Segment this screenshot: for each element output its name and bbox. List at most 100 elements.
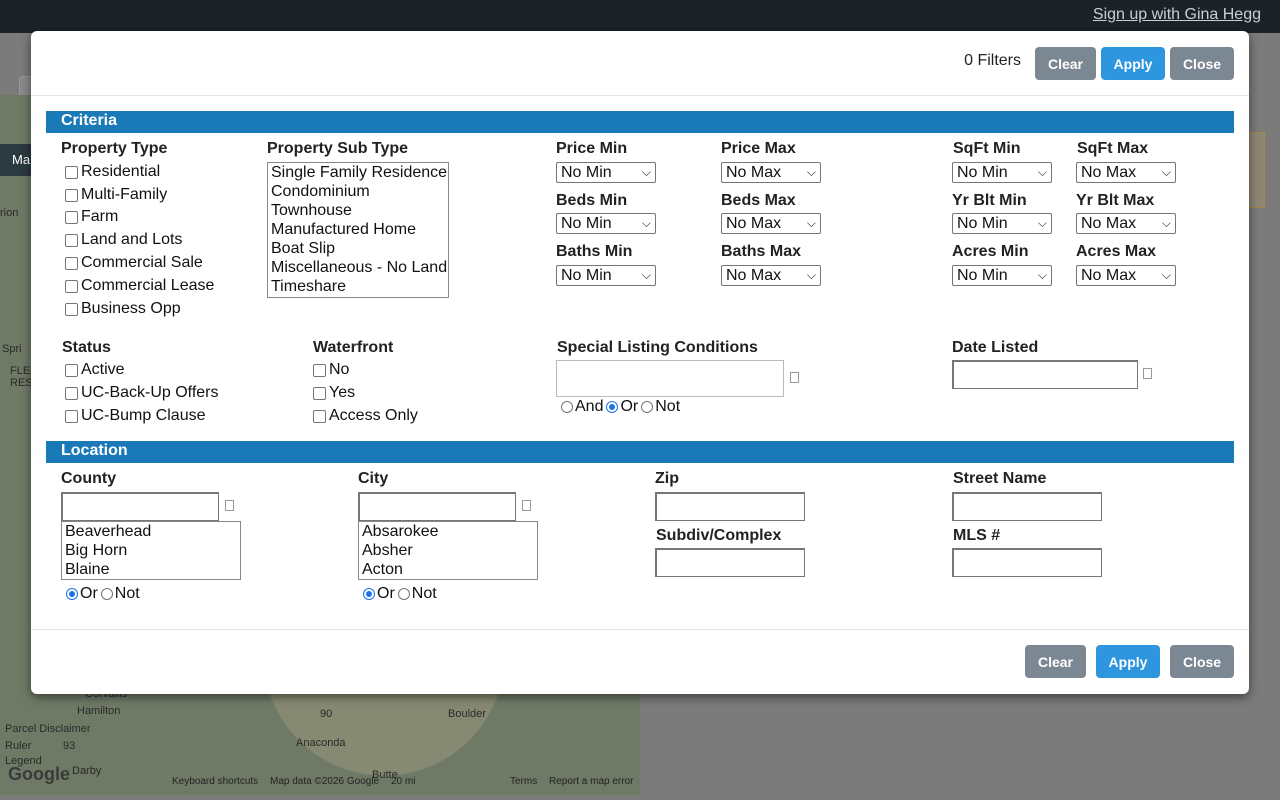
map-label: Boulder (448, 708, 486, 720)
list-item[interactable]: Big Horn (62, 541, 240, 560)
clear-field-icon[interactable] (225, 500, 234, 511)
list-item[interactable]: Condominium (268, 182, 448, 201)
property-type-commercial-sale[interactable]: Commercial Sale (65, 254, 203, 272)
footer-clear-button[interactable]: Clear (1025, 645, 1086, 678)
list-item[interactable]: Townhouse (268, 201, 448, 220)
clear-field-icon[interactable] (790, 372, 799, 383)
special-listing-input[interactable] (556, 360, 784, 397)
property-type-business-opp[interactable]: Business Opp (65, 300, 181, 318)
signup-link[interactable]: Sign up with Gina Hegg (1093, 6, 1261, 24)
property-type-residential[interactable]: Residential (65, 163, 160, 181)
property-type-farm[interactable]: Farm (65, 208, 118, 226)
checkbox[interactable] (313, 386, 326, 400)
close-button[interactable]: Close (1170, 47, 1234, 80)
list-item[interactable]: Absarokee (359, 522, 537, 541)
list-item[interactable]: Timeshare (268, 277, 448, 296)
report-map-error-link[interactable]: Report a map error (549, 776, 633, 787)
list-item[interactable]: Manufactured Home (268, 220, 448, 239)
checkbox[interactable] (313, 363, 326, 377)
baths-max-select[interactable]: No Max ⌵ (721, 265, 821, 286)
status-uc-bump-clause[interactable]: UC-Bump Clause (65, 407, 205, 425)
location-section-header: Location (46, 441, 1234, 463)
list-item[interactable]: Miscellaneous - No Land (268, 258, 448, 277)
yrblt-min-select[interactable]: No Min ⌵ (952, 213, 1052, 234)
list-item[interactable]: Blaine (62, 560, 240, 579)
waterfront-access-only[interactable]: Access Only (313, 407, 418, 425)
yrblt-max-label: Yr Blt Max (1076, 192, 1155, 209)
map-toggle-button[interactable]: Ma (0, 144, 34, 176)
status-label: Status (62, 339, 111, 356)
price-min-label: Price Min (556, 140, 628, 157)
beds-min-select[interactable]: No Min ⌵ (556, 213, 656, 234)
yrblt-min-label: Yr Blt Min (952, 192, 1027, 209)
waterfront-label: Waterfront (313, 339, 394, 356)
list-item[interactable]: Absher (359, 541, 537, 560)
chevron-down-icon: ⌵ (641, 216, 651, 230)
property-sub-type-listbox[interactable]: Single Family Residence Condominium Town… (267, 162, 449, 298)
radio-or[interactable] (66, 588, 78, 600)
checkbox[interactable] (313, 409, 326, 423)
county-search-input[interactable] (61, 492, 219, 521)
checkbox[interactable] (65, 165, 78, 179)
radio-and[interactable] (561, 401, 573, 413)
clear-button[interactable]: Clear (1035, 47, 1096, 80)
checkbox[interactable] (65, 363, 78, 377)
map-label: Ruler (5, 740, 32, 752)
status-active[interactable]: Active (65, 361, 125, 379)
beds-max-select[interactable]: No Max ⌵ (721, 213, 821, 234)
apply-button[interactable]: Apply (1101, 47, 1165, 80)
checkbox[interactable] (65, 256, 78, 270)
city-listbox[interactable]: Absarokee Absher Acton (358, 521, 538, 580)
radio-or[interactable] (363, 588, 375, 600)
acres-min-select[interactable]: No Min ⌵ (952, 265, 1052, 286)
list-item[interactable]: Acton (359, 560, 537, 579)
list-item[interactable]: Single Family Residence (268, 163, 448, 182)
footer-close-button[interactable]: Close (1170, 645, 1234, 678)
list-item[interactable]: Boat Slip (268, 239, 448, 258)
clear-field-icon[interactable] (522, 500, 531, 511)
list-item[interactable]: Beaverhead (62, 522, 240, 541)
chevron-down-icon: ⌵ (1161, 216, 1171, 230)
subdiv-input[interactable] (655, 548, 805, 577)
waterfront-no[interactable]: No (313, 361, 349, 379)
acres-max-select[interactable]: No Max ⌵ (1076, 265, 1176, 286)
sqft-max-label: SqFt Max (1077, 140, 1149, 157)
street-name-input[interactable] (952, 492, 1102, 521)
date-listed-input[interactable] (952, 360, 1138, 389)
chevron-down-icon: ⌵ (806, 216, 816, 230)
checkbox[interactable] (65, 188, 78, 202)
property-type-multi-family[interactable]: Multi-Family (65, 186, 167, 204)
price-min-select[interactable]: No Min ⌵ (556, 162, 656, 183)
special-listing-logic: And Or Not (558, 398, 680, 416)
mls-label: MLS # (953, 527, 1001, 544)
sqft-min-select[interactable]: No Min ⌵ (952, 162, 1052, 183)
checkbox[interactable] (65, 386, 78, 400)
sqft-max-select[interactable]: No Max ⌵ (1076, 162, 1176, 183)
county-listbox[interactable]: Beaverhead Big Horn Blaine (61, 521, 241, 580)
radio-not[interactable] (397, 588, 410, 600)
map-scale[interactable]: 20 mi (391, 776, 415, 787)
radio-not[interactable] (100, 588, 113, 600)
calendar-icon[interactable] (1143, 368, 1152, 379)
baths-min-select[interactable]: No Min ⌵ (556, 265, 656, 286)
keyboard-shortcuts-link[interactable]: Keyboard shortcuts (172, 776, 258, 787)
radio-or[interactable] (606, 401, 619, 413)
checkbox[interactable] (65, 302, 78, 316)
price-max-select[interactable]: No Max ⌵ (721, 162, 821, 183)
checkbox[interactable] (65, 233, 78, 247)
checkbox[interactable] (65, 409, 78, 423)
radio-not[interactable] (641, 401, 654, 413)
property-type-land-and-lots[interactable]: Land and Lots (65, 231, 182, 249)
checkbox[interactable] (65, 279, 78, 293)
checkbox[interactable] (65, 210, 78, 224)
city-search-input[interactable] (358, 492, 516, 521)
chevron-down-icon: ⌵ (1037, 216, 1047, 230)
mls-input[interactable] (952, 548, 1102, 577)
terms-link[interactable]: Terms (510, 776, 537, 787)
property-type-commercial-lease[interactable]: Commercial Lease (65, 277, 214, 295)
zip-input[interactable] (655, 492, 805, 521)
yrblt-max-select[interactable]: No Max ⌵ (1076, 213, 1176, 234)
waterfront-yes[interactable]: Yes (313, 384, 355, 402)
footer-apply-button[interactable]: Apply (1096, 645, 1160, 678)
status-uc-back-up-offers[interactable]: UC-Back-Up Offers (65, 384, 219, 402)
